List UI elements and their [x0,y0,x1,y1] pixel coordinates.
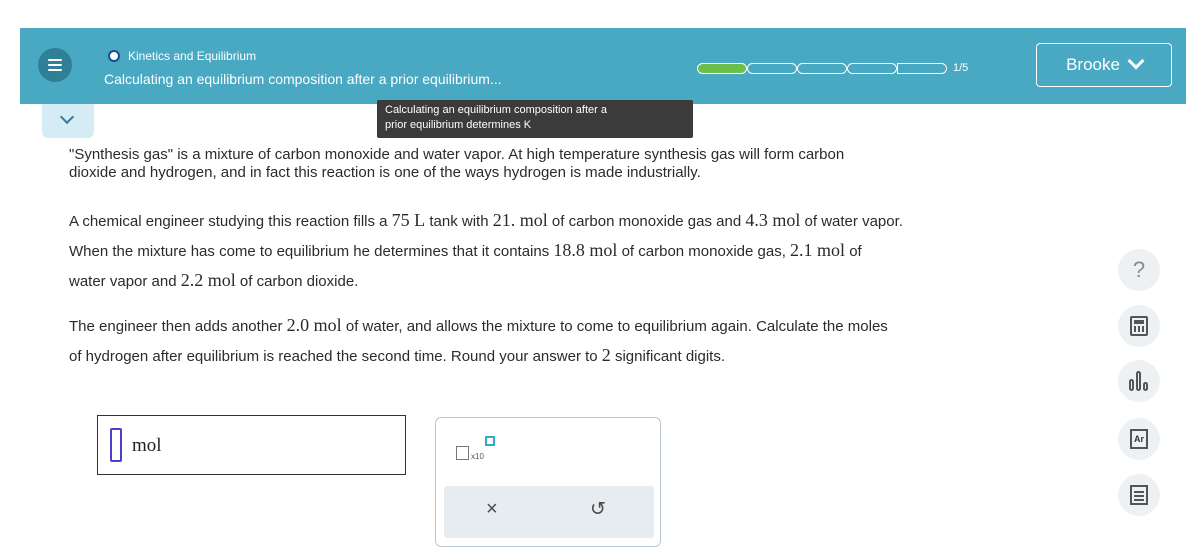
text: When the mixture has come to equilibrium… [69,243,554,260]
undo-button[interactable]: ↺ [590,498,606,521]
help-icon: ? [1132,257,1146,282]
math-value: 2.2 mol [180,270,236,290]
placeholder-box-icon [456,446,469,460]
progress-segment-filled [697,62,747,74]
text: of carbon dioxide. [235,273,359,290]
reference-button[interactable] [1118,474,1160,516]
header-bar: Kinetics and Equilibrium Calculating an … [20,28,1186,104]
math-value: 21. mol [492,210,548,230]
user-menu-button[interactable]: Brooke [1036,43,1172,87]
problem-setup: A chemical engineer studying this reacti… [69,206,1179,296]
text: significant digits. [610,348,726,365]
problem-setup-line: water vapor and 2.2 mol of carbon dioxid… [69,266,1179,296]
menu-icon-line [48,69,62,71]
top-strip [0,0,1196,28]
answer-unit: mol [132,435,162,456]
menu-icon-line [48,64,62,66]
math-value: 18.8 mol [553,240,618,260]
topic-radio-icon [108,50,120,62]
problem-intro-line: "Synthesis gas" is a mixture of carbon m… [69,146,845,163]
text: of [845,243,862,260]
topic-label: Kinetics and Equilibrium [128,49,257,63]
math-value: 75 L [391,210,426,230]
text: of hydrogen after equilibrium is reached… [69,348,602,365]
problem-intro: "Synthesis gas" is a mixture of carbon m… [69,146,1129,182]
help-button[interactable]: ? [1118,249,1160,291]
answer-cursor-box[interactable] [110,428,122,462]
expand-header-button[interactable] [42,104,94,138]
periodic-table-icon: Ar [1130,429,1148,449]
exponent-box-icon [485,436,495,446]
math-value: 2.0 mol [286,315,342,335]
topic-row: Kinetics and Equilibrium [108,49,256,63]
title-tooltip: Calculating an equilibrium composition a… [377,100,693,138]
reference-icon [1130,485,1148,505]
tooltip-line: prior equilibrium determines K [385,119,532,131]
progress-count: 1/5 [953,62,969,74]
problem-question-line: of hydrogen after equilibrium is reached… [69,341,1139,371]
keypad-actions: × ↺ [444,486,654,538]
scientific-notation-button[interactable]: x10 [454,432,502,466]
math-keypad: x10 × ↺ [435,417,661,547]
progress-segment [747,62,797,74]
text: The engineer then adds another [69,318,287,335]
bar [1135,371,1141,391]
progress-segment [897,62,947,74]
data-icon [1128,371,1150,391]
menu-icon-line [48,59,62,61]
progress-segment [847,62,897,74]
math-value: 2.1 mol [790,240,846,260]
page-title: Calculating an equilibrium composition a… [104,71,502,87]
periodic-table-button[interactable]: Ar [1118,418,1160,460]
problem-question-line: The engineer then adds another 2.0 mol o… [69,311,1139,341]
answer-input[interactable]: mol [97,415,406,475]
text: water vapor and [69,273,181,290]
math-value: 4.3 mol [745,210,801,230]
menu-button[interactable] [38,48,72,82]
progress-bar: 1/5 [697,62,968,74]
problem-setup-line: A chemical engineer studying this reacti… [69,206,1179,236]
bar [1128,379,1134,391]
text: of carbon monoxide gas and [547,213,746,230]
chevron-down-icon [59,109,75,125]
user-name: Brooke [1066,55,1120,74]
calculator-button[interactable] [1118,305,1160,347]
text: A chemical engineer studying this reacti… [69,213,392,230]
problem-intro-line: dioxide and hydrogen, and in fact this r… [69,164,701,181]
bar [1142,382,1148,391]
problem-setup-line: When the mixture has come to equilibrium… [69,236,1179,266]
chevron-down-icon [1127,52,1145,70]
data-button[interactable] [1118,360,1160,402]
tooltip-line: Calculating an equilibrium composition a… [385,104,607,116]
clear-button[interactable]: × [486,498,498,521]
calculator-icon [1130,316,1148,336]
progress-segment [797,62,847,74]
text: of water vapor. [800,213,903,230]
math-value: 2 [601,345,611,365]
problem-question: The engineer then adds another 2.0 mol o… [69,311,1139,371]
text: of carbon monoxide gas, [617,243,791,260]
text: tank with [425,213,493,230]
sci-label: x10 [471,452,484,461]
text: of water, and allows the mixture to come… [341,318,888,335]
